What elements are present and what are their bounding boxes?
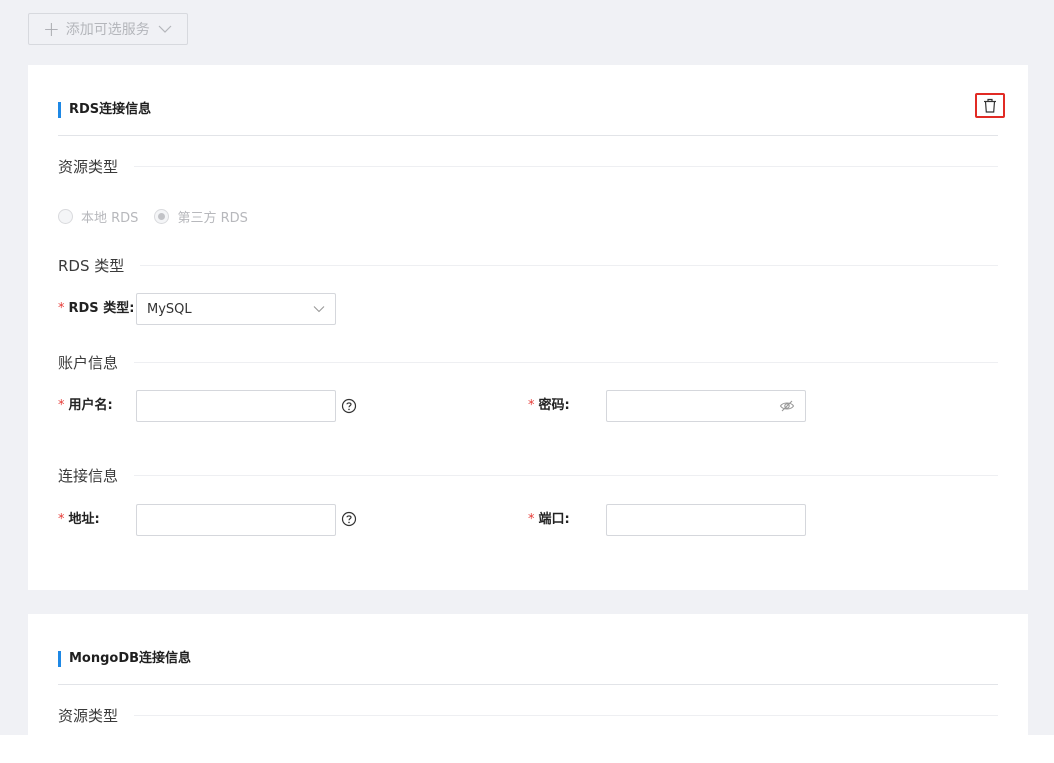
section-divider	[140, 264, 998, 266]
divider	[58, 135, 998, 136]
address-label: * 地址:	[58, 504, 100, 536]
section-connection-info: 连接信息	[58, 465, 998, 485]
radio-label: 第三方 RDS	[177, 211, 248, 226]
divider	[58, 684, 998, 685]
trash-icon	[983, 98, 997, 113]
section-title: RDS 类型	[58, 256, 125, 275]
required-mark: *	[58, 398, 65, 413]
chevron-down-icon	[158, 24, 172, 34]
required-mark: *	[58, 512, 65, 527]
section-title: 连接信息	[58, 466, 119, 485]
delete-button[interactable]	[975, 93, 1005, 118]
add-optional-service-button[interactable]: + 添加可选服务	[28, 13, 188, 45]
required-mark: *	[528, 398, 535, 413]
username-input[interactable]	[136, 390, 336, 422]
resource-type-radio-group: 本地 RDS 第三方 RDS	[58, 207, 264, 226]
radio-label: 本地 RDS	[81, 211, 139, 226]
help-circle-icon[interactable]	[341, 398, 357, 414]
required-mark: *	[528, 512, 535, 527]
section-title: 账户信息	[58, 353, 119, 372]
section-divider	[134, 165, 998, 167]
required-mark: *	[58, 301, 65, 316]
radio-circle-checked[interactable]	[154, 209, 170, 224]
section-account-info: 账户信息	[58, 352, 998, 372]
mongodb-connection-card: MongoDB连接信息 资源类型	[28, 614, 1028, 754]
rds-type-label: * RDS 类型:	[58, 293, 134, 325]
port-label: * 端口:	[528, 504, 570, 536]
radio-local-rds[interactable]: 本地 RDS	[58, 207, 138, 226]
eye-off-icon[interactable]	[779, 398, 795, 414]
rds-connection-card: RDS连接信息 资源类型 本地 RDS 第三方 RDS RDS 类型 * RDS …	[28, 65, 1028, 590]
section-divider	[134, 361, 998, 363]
username-label: * 用户名:	[58, 390, 113, 422]
section-title: 资源类型	[58, 157, 119, 176]
add-optional-service-label: 添加可选服务	[65, 22, 150, 38]
card-title: MongoDB连接信息	[58, 651, 191, 667]
section-resource-type: 资源类型	[58, 156, 998, 176]
select-value: MySQL	[147, 301, 192, 317]
plus-icon: +	[43, 17, 60, 41]
section-divider	[134, 474, 998, 476]
label-text: 用户名:	[68, 398, 113, 413]
section-resource-type: 资源类型	[58, 705, 998, 725]
port-input[interactable]	[606, 504, 806, 536]
rds-type-select[interactable]: MySQL	[136, 293, 336, 325]
radio-circle[interactable]	[58, 209, 73, 224]
section-rds-type: RDS 类型	[58, 255, 998, 275]
password-label: * 密码:	[528, 390, 570, 422]
radio-third-party-rds[interactable]: 第三方 RDS	[154, 207, 248, 226]
help-circle-icon[interactable]	[341, 511, 357, 527]
label-text: 地址:	[68, 512, 100, 527]
chevron-down-icon	[313, 305, 325, 313]
label-text: 端口:	[538, 512, 570, 527]
label-text: 密码:	[538, 398, 570, 413]
section-divider	[134, 714, 998, 716]
password-input[interactable]	[606, 390, 806, 422]
address-input[interactable]	[136, 504, 336, 536]
card-title: RDS连接信息	[58, 102, 151, 118]
bottom-bar	[0, 735, 1054, 763]
label-text: RDS 类型:	[68, 301, 135, 316]
section-title: 资源类型	[58, 706, 119, 725]
